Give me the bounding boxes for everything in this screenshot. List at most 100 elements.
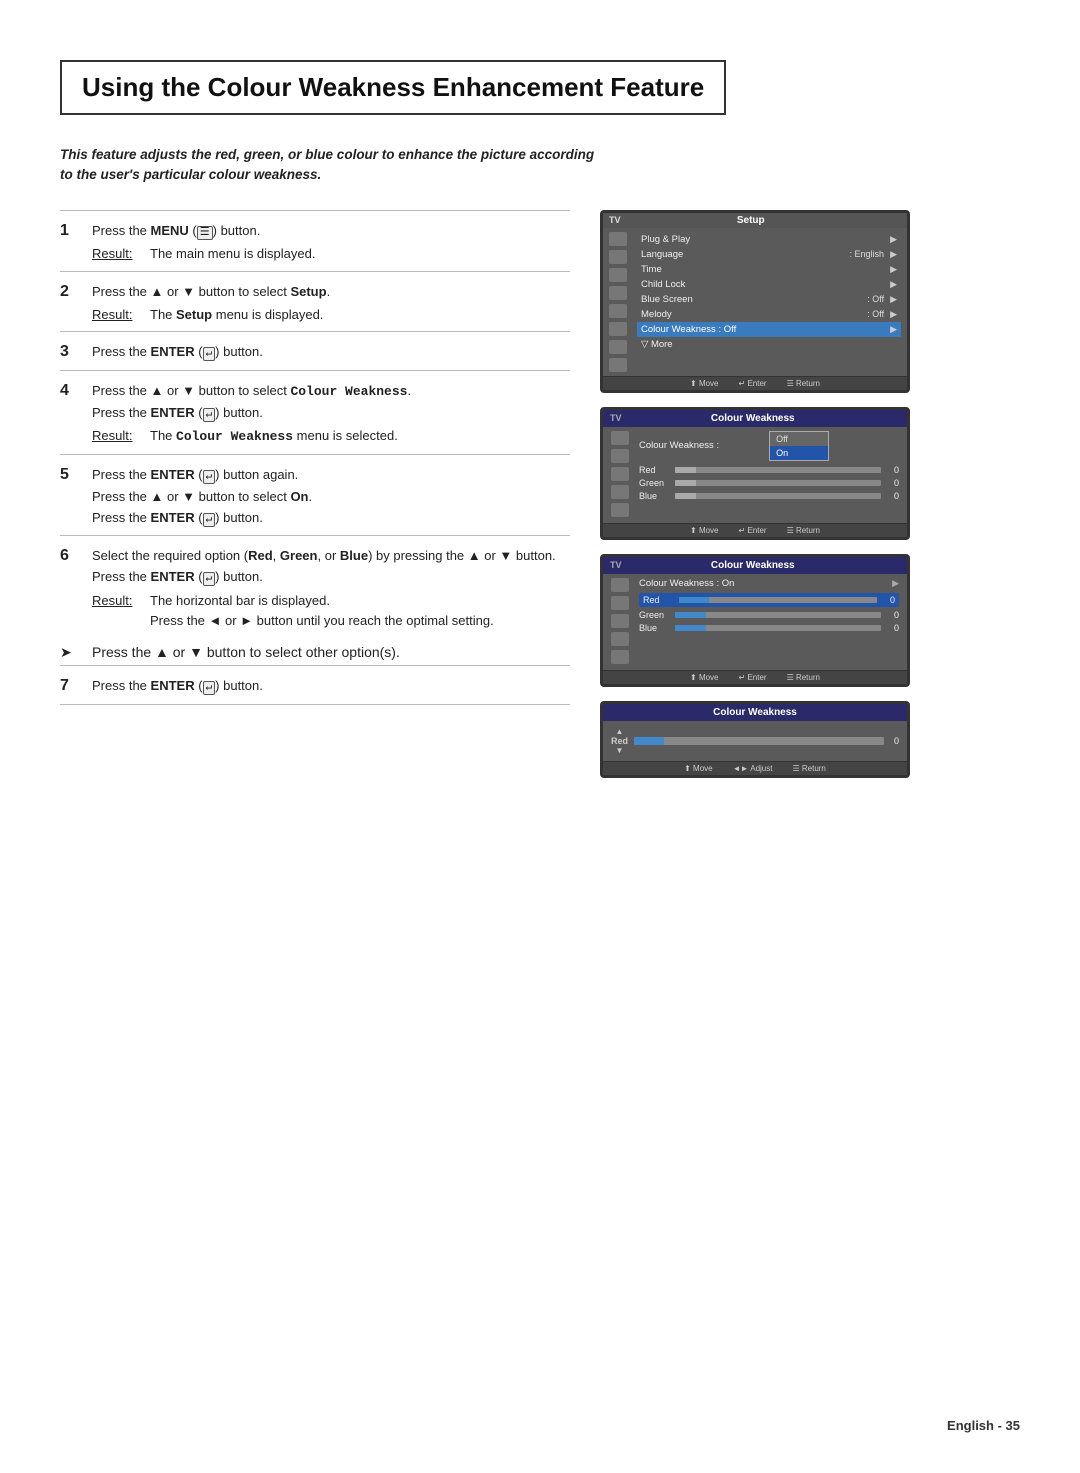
- cw-red-track-1: [675, 467, 881, 473]
- cw-content-1: Colour Weakness : Off On Red: [639, 431, 899, 517]
- step-2-text: Press the ▲ or ▼ button to select Setup.: [92, 284, 330, 299]
- result-label-6: Result:: [92, 591, 142, 612]
- step-5-line2: Press the ▲ or ▼ button to select On.: [92, 487, 570, 508]
- cw-green-track-2: [675, 612, 881, 618]
- cw-header-row-1: Colour Weakness : Off On: [639, 431, 899, 461]
- step-4-line1: Press the ▲ or ▼ button to select Colour…: [92, 381, 570, 403]
- step-4: 4 Press the ▲ or ▼ button to select Colo…: [60, 370, 570, 454]
- cw-header-label-1: Colour Weakness :: [639, 440, 719, 451]
- bottom-return-1: ☰ Return: [787, 379, 820, 388]
- cw-slider-red-1: Red 0: [639, 465, 899, 475]
- bottom-enter-3: ↵ Enter: [739, 673, 767, 682]
- icon-child: [609, 286, 627, 300]
- cw-slider-blue-1: Blue 0: [639, 491, 899, 501]
- cw-green-track-1: [675, 480, 881, 486]
- steps-column: 1 Press the MENU (☰) button. Result: The…: [60, 210, 600, 778]
- step-7-content: Press the ENTER (↵) button.: [92, 676, 570, 698]
- small-bottom-return: ☰ Return: [792, 764, 825, 773]
- title-box: Using the Colour Weakness Enhancement Fe…: [60, 60, 726, 115]
- cw-opt-off: Off: [770, 432, 828, 446]
- cw-green-fill-2: [675, 612, 706, 618]
- screens-column: TV Setup: [600, 210, 1010, 778]
- page: Using the Colour Weakness Enhancement Fe…: [0, 0, 1080, 1473]
- small-adj-row: ▲ Red ▼ 0: [611, 727, 899, 755]
- cw-slider-green-2: Green 0: [639, 610, 899, 620]
- bottom-enter-2: ↵ Enter: [739, 526, 767, 535]
- cw-blue-val-1: 0: [887, 491, 899, 501]
- step-3-content: Press the ENTER (↵) button.: [92, 342, 570, 364]
- cw-blue-track-2: [675, 625, 881, 631]
- result-text-4: The Colour Weakness menu is selected.: [150, 426, 398, 448]
- tv-screen-cw1: TV Colour Weakness: [600, 407, 910, 540]
- cw-topbar-2: TV Colour Weakness: [603, 557, 907, 574]
- cw-slider-blue-2: Blue 0: [639, 623, 899, 633]
- tv-title-setup: Setup: [621, 215, 881, 226]
- icon-melody: [609, 322, 627, 336]
- small-bottom-adjust: ◄► Adjust: [733, 764, 773, 773]
- cw-green-val-1: 0: [887, 478, 899, 488]
- step-5-content: Press the ENTER (↵) button again. Press …: [92, 465, 570, 529]
- cw-title-2: Colour Weakness: [622, 560, 884, 571]
- bottom-return-3: ☰ Return: [787, 673, 820, 682]
- result-text-2: The Setup menu is displayed.: [150, 305, 323, 326]
- main-layout: 1 Press the MENU (☰) button. Result: The…: [60, 210, 1020, 778]
- step-5-line1: Press the ENTER (↵) button again.: [92, 465, 570, 487]
- step-num-7: 7: [60, 677, 82, 695]
- small-bottombar: ⬆ Move ◄► Adjust ☰ Return: [603, 761, 907, 775]
- small-fill: [634, 737, 664, 745]
- cw-icon-col-2: [611, 578, 629, 664]
- cw-header-arrow-2: ▶: [892, 578, 899, 589]
- cw-blue-track-1: [675, 493, 881, 499]
- step-6-content: Select the required option (Red, Green, …: [92, 546, 570, 632]
- small-value: 0: [894, 736, 899, 746]
- cw-icon-2: [611, 449, 629, 463]
- icon-plug: [609, 232, 627, 246]
- bottom-move-2: ⬆ Move: [690, 526, 719, 535]
- note-row: ➤ Press the ▲ or ▼ button to select othe…: [60, 638, 570, 665]
- cw-red-track-2: [679, 597, 877, 603]
- step-num-5: 5: [60, 466, 82, 484]
- cw-red-fill-2: [679, 597, 709, 603]
- intro-text: This feature adjusts the red, green, or …: [60, 145, 600, 186]
- cw-header-row-2: Colour Weakness : On ▶: [639, 578, 899, 589]
- step-4-content: Press the ▲ or ▼ button to select Colour…: [92, 381, 570, 448]
- step-num-4: 4: [60, 382, 82, 400]
- cw-green-val-2: 0: [887, 610, 899, 620]
- result-label-4: Result:: [92, 426, 142, 448]
- cw-icon-3: [611, 467, 629, 481]
- icon-blue: [609, 304, 627, 318]
- note-arrow-icon: ➤: [60, 644, 82, 661]
- tv-bottombar-cw1: ⬆ Move ↵ Enter ☰ Return: [603, 523, 907, 537]
- cw-icon-2-5: [611, 650, 629, 664]
- bottom-move-1: ⬆ Move: [690, 379, 719, 388]
- cw-topbar-1: TV Colour Weakness: [603, 410, 907, 427]
- tv-row-blue: Blue Screen : Off ▶: [637, 292, 901, 307]
- tv-screen-adj: Colour Weakness ▲ Red ▼ 0: [600, 701, 910, 778]
- small-track: [634, 737, 884, 745]
- cw-slider-red-2: Red 0: [639, 593, 899, 607]
- step-4-line2: Press the ENTER (↵) button.: [92, 403, 570, 425]
- tv-bottombar-setup: ⬆ Move ↵ Enter ☰ Return: [603, 376, 907, 390]
- step-num-1: 1: [60, 222, 82, 240]
- cw-content-2: Colour Weakness : On ▶ Red 0: [639, 578, 899, 664]
- small-body: ▲ Red ▼ 0: [603, 721, 907, 761]
- step-2-result: Result: The Setup menu is displayed.: [92, 305, 570, 326]
- cw-blue-val-2: 0: [887, 623, 899, 633]
- bottom-enter-1: ↵ Enter: [739, 379, 767, 388]
- cw-red-label-2: Red: [643, 595, 673, 605]
- small-arrows-icon: ▲ Red ▼: [611, 727, 628, 755]
- step-2: 2 Press the ▲ or ▼ button to select Setu…: [60, 271, 570, 332]
- cw-green-label-1: Green: [639, 478, 669, 488]
- step-num-2: 2: [60, 283, 82, 301]
- result-label-1: Result:: [92, 244, 142, 265]
- step-7-text: Press the ENTER (↵) button.: [92, 678, 263, 693]
- step-6-line1: Select the required option (Red, Green, …: [92, 546, 570, 588]
- result-label-2: Result:: [92, 305, 142, 326]
- cw-tv-label-1: TV: [606, 413, 622, 423]
- tv-screen-setup: TV Setup: [600, 210, 910, 393]
- tv-topbar-setup: TV Setup: [603, 213, 907, 228]
- cw-red-val-2: 0: [883, 595, 895, 605]
- cw-icon-5: [611, 503, 629, 517]
- step-num-3: 3: [60, 343, 82, 361]
- cw-icon-2-2: [611, 596, 629, 610]
